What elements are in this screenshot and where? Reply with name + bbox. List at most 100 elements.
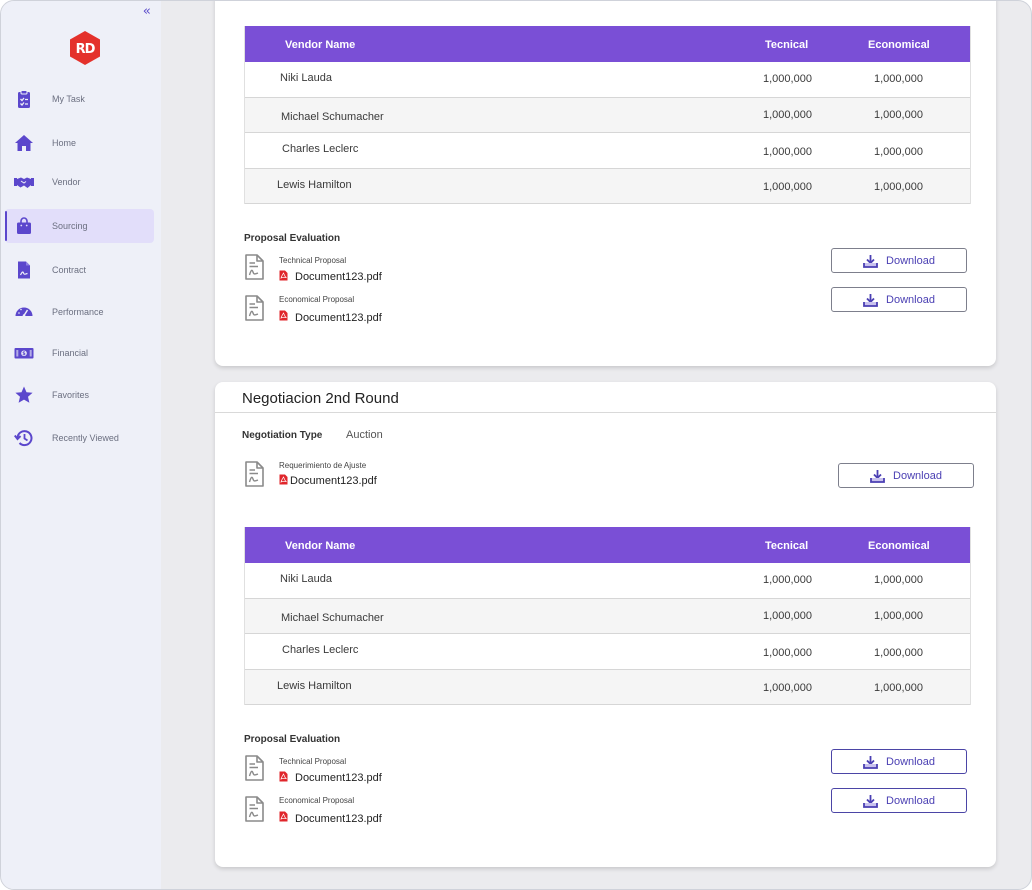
- tecnical-value: 1,000,000: [763, 146, 812, 158]
- tecnical-value: 1,000,000: [763, 108, 812, 121]
- pdf-icon: [279, 310, 288, 321]
- economical-value: 1,000,000: [874, 609, 923, 622]
- economical-value: 1,000,000: [874, 681, 923, 694]
- document-icon: [244, 755, 264, 781]
- tecnical-value: 1,000,000: [763, 574, 812, 586]
- col-tecnical[interactable]: Tecnical: [765, 540, 808, 552]
- vendor-name: Lewis Hamilton: [277, 679, 352, 692]
- col-economical[interactable]: Economical: [868, 39, 930, 51]
- round2-card: Negotiacion 2nd Round Negotiation Type A…: [215, 382, 996, 867]
- download-button[interactable]: Download: [831, 248, 967, 273]
- tecnical-value: 1,000,000: [763, 180, 812, 193]
- star-icon: [15, 386, 33, 403]
- vendor-name: Niki Lauda: [280, 573, 332, 585]
- table-row[interactable]: Lewis Hamilton 1,000,000 1,000,000: [245, 168, 970, 204]
- download-label: Download: [886, 755, 935, 768]
- sidebar-item-favorites[interactable]: Favorites: [5, 378, 154, 412]
- economical-value: 1,000,000: [874, 146, 923, 158]
- sidebar-item-performance[interactable]: Performance: [5, 295, 154, 329]
- table-row[interactable]: Michael Schumacher 1,000,000 1,000,000: [245, 598, 970, 634]
- history-icon: [14, 430, 33, 447]
- doc-filename[interactable]: Document123.pdf: [295, 271, 382, 283]
- download-label: Download: [893, 469, 942, 482]
- doc-label: Requerimiento de Ajuste: [279, 461, 367, 470]
- sidebar-item-contract[interactable]: Contract: [5, 253, 154, 287]
- economical-value: 1,000,000: [874, 574, 923, 586]
- download-icon: [870, 469, 885, 483]
- sidebar-item-label: Performance: [52, 307, 104, 317]
- sidebar-item-label: My Task: [52, 94, 85, 104]
- document-icon: [244, 295, 264, 321]
- table-row[interactable]: Niki Lauda 1,000,000 1,000,000: [245, 62, 970, 98]
- doc-label: Technical Proposal: [279, 757, 347, 766]
- tecnical-value: 1,000,000: [763, 647, 812, 659]
- sidebar-item-label: Vendor: [52, 177, 81, 187]
- table-row[interactable]: Michael Schumacher 1,000,000 1,000,000: [245, 97, 970, 133]
- tecnical-value: 1,000,000: [763, 681, 812, 694]
- col-tecnical[interactable]: Tecnical: [765, 39, 808, 51]
- download-button[interactable]: Download: [831, 749, 967, 774]
- col-economical[interactable]: Economical: [868, 540, 930, 552]
- economical-value: 1,000,000: [874, 647, 923, 659]
- sidebar-item-sourcing[interactable]: Sourcing: [5, 209, 154, 243]
- economical-value: 1,000,000: [874, 180, 923, 193]
- doc-label: Technical Proposal: [279, 256, 347, 265]
- download-button[interactable]: Download: [838, 463, 974, 488]
- doc-filename[interactable]: Document123.pdf: [295, 813, 382, 825]
- download-label: Download: [886, 794, 935, 807]
- document-icon: [244, 796, 264, 822]
- sidebar-item-label: Recently Viewed: [52, 433, 119, 443]
- doc-filename[interactable]: Document123.pdf: [290, 475, 377, 487]
- vendor-name: Michael Schumacher: [281, 611, 384, 624]
- col-vendor-name[interactable]: Vendor Name: [285, 540, 355, 552]
- round2-title: Negotiacion 2nd Round: [242, 390, 399, 407]
- download-icon: [863, 755, 878, 769]
- sidebar-item-vendor[interactable]: Vendor: [5, 165, 154, 199]
- handshake-icon: [14, 177, 34, 188]
- round1-card: Vendor Name Tecnical Economical Niki Lau…: [215, 1, 996, 366]
- negotiation-type-label: Negotiation Type: [242, 430, 323, 441]
- sidebar-item-recently-viewed[interactable]: Recently Viewed: [5, 421, 154, 455]
- doc-filename[interactable]: Document123.pdf: [295, 772, 382, 784]
- table-row[interactable]: Lewis Hamilton 1,000,000 1,000,000: [245, 669, 970, 705]
- collapse-sidebar-icon[interactable]: «: [143, 5, 151, 19]
- proposal-evaluation-title: Proposal Evaluation: [244, 233, 341, 244]
- money-icon: $: [14, 348, 34, 359]
- vendor-name: Charles Leclerc: [282, 644, 359, 656]
- table-header: Vendor Name Tecnical Economical: [245, 527, 970, 563]
- sidebar-item-label: Home: [52, 138, 77, 148]
- doc-label: Economical Proposal: [279, 796, 355, 805]
- tecnical-value: 1,000,000: [763, 609, 812, 622]
- table-row[interactable]: Charles Leclerc 1,000,000 1,000,000: [245, 133, 970, 169]
- sidebar-item-home[interactable]: Home: [5, 126, 154, 160]
- contract-icon: [18, 261, 30, 279]
- download-label: Download: [886, 254, 935, 267]
- doc-filename[interactable]: Document123.pdf: [295, 312, 382, 324]
- proposal-evaluation-title: Proposal Evaluation: [244, 734, 341, 745]
- gauge-icon: [15, 307, 33, 317]
- vendor-name: Michael Schumacher: [281, 110, 384, 123]
- sidebar-item-my-task[interactable]: My Task: [5, 82, 154, 116]
- svg-text:$: $: [22, 351, 26, 357]
- sidebar-item-label: Favorites: [52, 390, 90, 400]
- clipboard-icon: [18, 90, 30, 108]
- pdf-icon: [279, 474, 288, 485]
- sidebar-item-label: Sourcing: [52, 221, 88, 231]
- download-label: Download: [886, 293, 935, 306]
- table-row[interactable]: Charles Leclerc 1,000,000 1,000,000: [245, 634, 970, 670]
- divider: [215, 412, 996, 413]
- vendor-name: Charles Leclerc: [282, 143, 359, 155]
- table-row[interactable]: Niki Lauda 1,000,000 1,000,000: [245, 563, 970, 599]
- round2-vendor-table: Vendor Name Tecnical Economical Niki Lau…: [244, 527, 971, 705]
- sidebar-item-label: Contract: [52, 265, 87, 275]
- download-button[interactable]: Download: [831, 788, 967, 813]
- home-icon: [15, 135, 33, 151]
- download-button[interactable]: Download: [831, 287, 967, 312]
- sidebar-item-financial[interactable]: $ Financial: [5, 336, 154, 370]
- download-icon: [863, 293, 878, 307]
- economical-value: 1,000,000: [874, 108, 923, 121]
- pdf-icon: [279, 771, 288, 782]
- col-vendor-name[interactable]: Vendor Name: [285, 39, 355, 51]
- tecnical-value: 1,000,000: [763, 73, 812, 85]
- sidebar-item-label: Financial: [52, 348, 89, 358]
